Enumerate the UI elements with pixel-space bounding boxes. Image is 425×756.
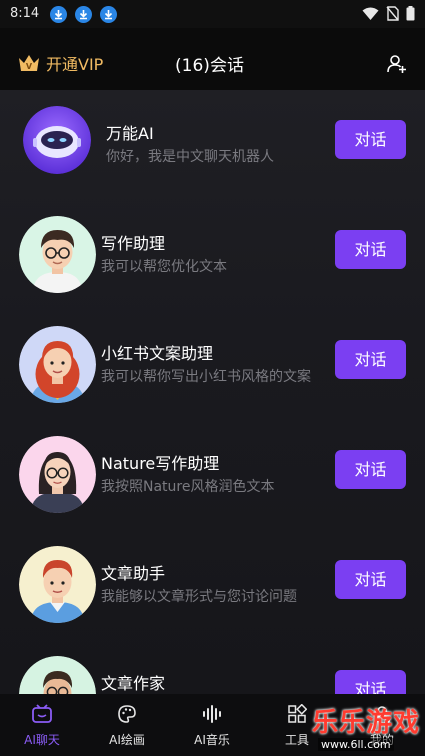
download-icon xyxy=(75,6,92,23)
list-item[interactable]: 文章作家 对话 xyxy=(0,640,425,694)
status-time: 8:14 xyxy=(10,6,40,21)
chat-icon xyxy=(32,704,52,723)
glasses-woman-avatar xyxy=(19,436,96,513)
no-sim-icon xyxy=(386,6,399,21)
red-hair-woman-avatar xyxy=(19,326,96,403)
wifi-icon xyxy=(362,7,379,20)
conversation-desc: 你好，我是中文聊天机器人 xyxy=(106,149,274,165)
tab-label: AI聊天 xyxy=(24,733,60,747)
tab-ai-music[interactable]: AI音乐 xyxy=(182,704,242,748)
tab-ai-chat[interactable]: AI聊天 xyxy=(12,704,72,748)
conversation-desc: 我按照Nature风格润色文本 xyxy=(101,479,275,495)
add-user-icon[interactable] xyxy=(387,54,407,78)
list-item[interactable]: 文章助手 我能够以文章形式与您讨论问题 对话 xyxy=(0,530,425,640)
conversation-title: Nature写作助理 xyxy=(101,454,220,473)
tab-label: AI绘画 xyxy=(109,733,145,747)
chat-button[interactable]: 对话 xyxy=(335,560,406,599)
watermark-url: www.6ll.com xyxy=(318,738,394,751)
battery-icon xyxy=(406,6,415,21)
tab-ai-painting[interactable]: AI绘画 xyxy=(97,704,157,748)
conversation-desc: 我可以帮您优化文本 xyxy=(101,259,227,275)
download-icon xyxy=(100,6,117,23)
chat-button[interactable]: 对话 xyxy=(335,450,406,489)
chat-button[interactable]: 对话 xyxy=(335,340,406,379)
list-item[interactable]: 写作助理 我可以帮您优化文本 对话 xyxy=(0,200,425,310)
watermark-text: 乐乐游戏 xyxy=(312,708,421,738)
watermark: 乐乐游戏 www.6ll.com xyxy=(306,698,425,756)
conversation-list: 万能AI 你好，我是中文聊天机器人 对话 写作助理 我可以帮您优化文本 对话 小… xyxy=(0,90,425,694)
page-title: (16)会话 xyxy=(175,56,244,76)
chat-button[interactable]: 对话 xyxy=(335,670,406,694)
conversation-title: 文章助手 xyxy=(101,564,166,583)
status-bar: 8:14 xyxy=(0,0,425,28)
bearded-man-avatar xyxy=(19,656,96,694)
chat-button[interactable]: 对话 xyxy=(335,120,406,159)
red-hair-man-avatar xyxy=(19,546,96,623)
conversation-desc: 我可以帮你写出小红书风格的文案 xyxy=(101,369,311,385)
glasses-man-avatar xyxy=(19,216,96,293)
grid-tools-icon xyxy=(288,703,308,723)
tab-label: AI音乐 xyxy=(194,733,230,747)
conversation-desc: 我能够以文章形式与您讨论问题 xyxy=(101,589,297,605)
audio-wave-icon xyxy=(203,705,221,723)
list-item[interactable]: 小红书文案助理 我可以帮你写出小红书风格的文案 对话 xyxy=(0,310,425,420)
conversation-title: 万能AI xyxy=(106,124,154,143)
conversation-title: 写作助理 xyxy=(101,234,166,253)
robot-avatar xyxy=(23,106,91,174)
chat-button[interactable]: 对话 xyxy=(335,230,406,269)
download-icon xyxy=(50,6,67,23)
conversation-title: 小红书文案助理 xyxy=(101,344,214,363)
top-bar: V 开通VIP (16)会话 xyxy=(0,28,425,90)
list-item[interactable]: 万能AI 你好，我是中文聊天机器人 对话 xyxy=(0,90,425,200)
conversation-title: 文章作家 xyxy=(101,674,166,693)
palette-icon xyxy=(118,705,136,723)
list-item[interactable]: Nature写作助理 我按照Nature风格润色文本 对话 xyxy=(0,420,425,530)
